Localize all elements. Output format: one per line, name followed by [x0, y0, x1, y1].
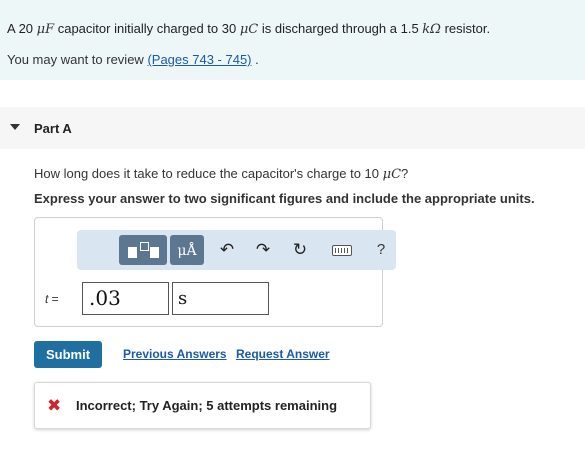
keyboard-icon[interactable] [332, 245, 352, 256]
problem-text-part: is discharged through a 1.5 [258, 21, 423, 36]
request-answer-link[interactable]: Request Answer [236, 347, 330, 361]
problem-statement: A 20 μF capacitor initially charged to 3… [7, 21, 490, 37]
previous-answers-link[interactable]: Previous Answers [123, 347, 227, 361]
review-line: You may want to review (Pages 743 - 745)… [7, 52, 259, 67]
capacitance-unit: μF [36, 22, 55, 37]
equals-sign: = [48, 292, 59, 306]
answer-value-input[interactable]: .03 [82, 282, 169, 315]
problem-text-part: resistor. [440, 21, 491, 36]
math-toolbar: μÅ ↶ ↷ ↻ ? [77, 230, 396, 270]
part-title: Part A [34, 121, 72, 136]
charge-unit: μC [239, 22, 259, 37]
variable-label: t = [45, 292, 59, 306]
problem-text-part: A 20 [7, 21, 37, 36]
feedback-box: ✖ Incorrect; Try Again; 5 attempts remai… [34, 382, 371, 429]
units-button[interactable]: μÅ [170, 235, 204, 265]
review-pages-link[interactable]: (Pages 743 - 745) [147, 52, 251, 67]
answer-instruction: Express your answer to two significant f… [34, 191, 535, 206]
feedback-message: Incorrect; Try Again; 5 attempts remaini… [76, 398, 338, 413]
keyboard-keys [335, 248, 349, 253]
template-superscript-icon [140, 242, 149, 251]
answer-panel: μÅ ↶ ↷ ↻ ? t = .03 s [34, 217, 396, 327]
review-suffix: . [251, 52, 259, 67]
part-a-header[interactable]: Part A [0, 107, 585, 149]
reset-icon[interactable]: ↻ [289, 239, 311, 261]
submit-button[interactable]: Submit [34, 341, 102, 368]
question-charge-unit: μC [382, 167, 402, 182]
undo-icon[interactable]: ↶ [216, 239, 238, 261]
help-button[interactable]: ? [371, 239, 391, 261]
question-end: ? [401, 166, 409, 181]
question-text: How long does it take to reduce the capa… [34, 166, 408, 182]
question-text-part: How long does it take to reduce the capa… [34, 166, 383, 181]
collapse-caret-icon[interactable] [10, 124, 20, 130]
redo-icon[interactable]: ↷ [252, 239, 274, 261]
problem-statement-box: A 20 μF capacitor initially charged to 3… [0, 0, 585, 80]
answer-unit-input[interactable]: s [172, 282, 269, 315]
incorrect-x-icon: ✖ [47, 396, 62, 416]
review-prefix: You may want to review [7, 52, 148, 67]
template-box-icon [128, 247, 137, 258]
templates-button[interactable] [119, 235, 167, 265]
resistance-unit: kΩ [422, 22, 441, 37]
template-box-icon [150, 247, 159, 258]
problem-text-part: capacitor initially charged to 30 [54, 21, 240, 36]
